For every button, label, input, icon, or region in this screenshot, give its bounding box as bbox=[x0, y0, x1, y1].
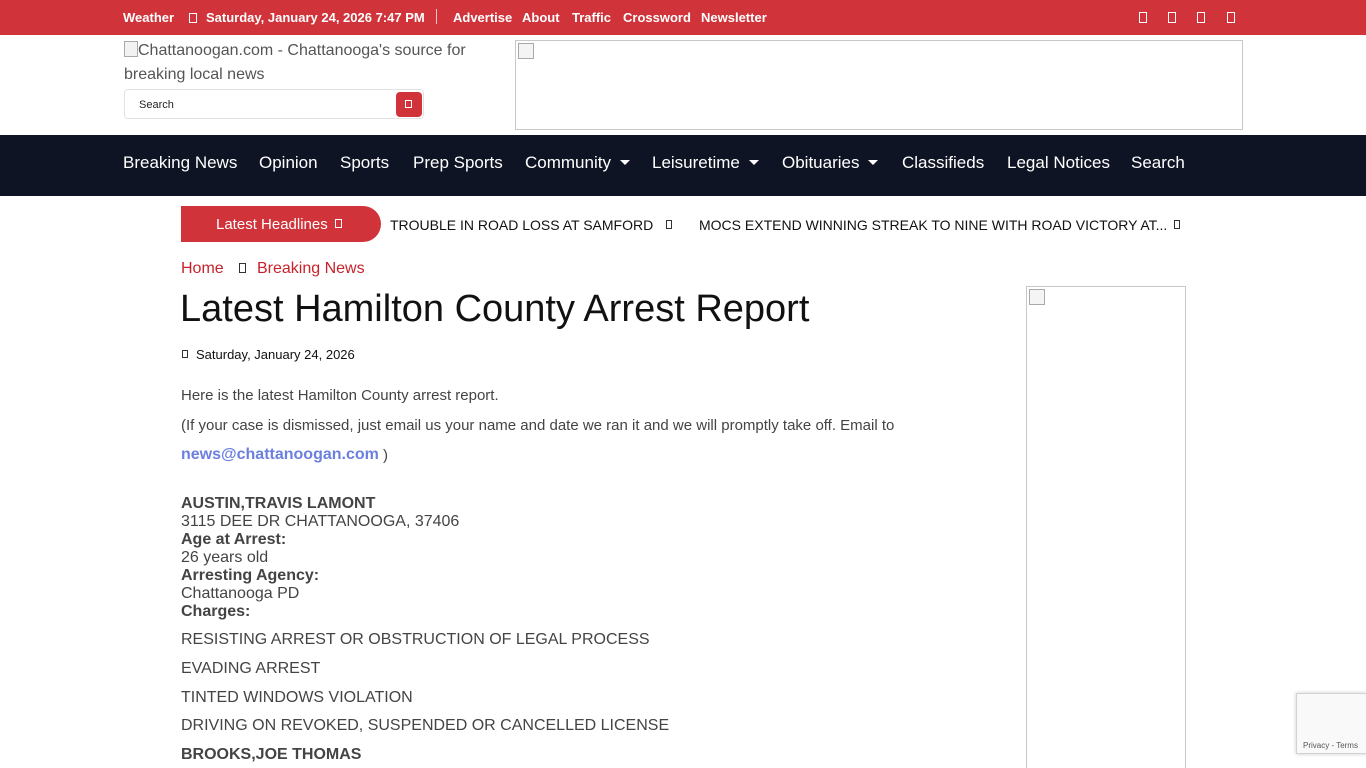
nav-obituaries-label: Obituaries bbox=[782, 153, 860, 172]
calendar-icon bbox=[182, 350, 188, 358]
instagram-icon[interactable] bbox=[1197, 12, 1205, 23]
logo-alt-text: Chattanoogan.com - Chattanooga's source … bbox=[124, 42, 466, 83]
charge-item: RESISTING ARREST OR OBSTRUCTION OF LEGAL… bbox=[181, 631, 650, 648]
charge-item: EVADING ARREST bbox=[181, 660, 321, 677]
broken-image-icon bbox=[124, 41, 138, 57]
current-datetime: Saturday, January 24, 2026 7:47 PM bbox=[206, 10, 425, 25]
main-nav: Breaking News Opinion Sports Prep Sports… bbox=[0, 135, 1366, 196]
sidebar-ad[interactable] bbox=[1026, 286, 1186, 768]
article-intro: Here is the latest Hamilton County arres… bbox=[181, 387, 499, 404]
clock-icon bbox=[189, 10, 197, 25]
header-search bbox=[124, 89, 424, 119]
nav-classifieds[interactable]: Classifieds bbox=[902, 153, 984, 173]
ticker-headline[interactable]: MOCS EXTEND WINNING STREAK TO NINE WITH … bbox=[699, 217, 1167, 233]
arrestee-address: 3115 DEE DR CHATTANOOGA, 37406 bbox=[181, 513, 460, 530]
site-logo[interactable]: Chattanoogan.com - Chattanooga's source … bbox=[124, 39, 504, 87]
traffic-link[interactable]: Traffic bbox=[572, 10, 611, 25]
newsletter-link[interactable]: Newsletter bbox=[701, 10, 767, 25]
nav-obituaries[interactable]: Obituaries bbox=[782, 153, 879, 173]
recaptcha-badge[interactable]: Privacy - Terms bbox=[1296, 693, 1366, 754]
article-title: Latest Hamilton County Arrest Report bbox=[180, 288, 810, 330]
email-link[interactable]: news@chattanoogan.com bbox=[181, 446, 379, 464]
topbar-divider bbox=[436, 9, 437, 24]
search-button[interactable] bbox=[396, 92, 422, 117]
arrestee-name: BROOKS,JOE THOMAS bbox=[181, 746, 362, 763]
ticker-headline[interactable]: TROUBLE IN ROAD LOSS AT SAMFORD bbox=[390, 217, 653, 233]
top-bar: Weather Saturday, January 24, 2026 7:47 … bbox=[0, 0, 1366, 35]
caret-down-icon bbox=[748, 160, 759, 165]
nav-leisuretime[interactable]: Leisuretime bbox=[652, 153, 759, 173]
recaptcha-privacy-terms[interactable]: Privacy - Terms bbox=[1303, 741, 1358, 750]
ticker-separator-icon bbox=[666, 220, 672, 229]
caret-down-icon bbox=[868, 160, 879, 165]
breadcrumb-section[interactable]: Breaking News bbox=[257, 260, 365, 278]
header-ad-banner[interactable] bbox=[515, 40, 1243, 130]
breadcrumb-home[interactable]: Home bbox=[181, 260, 224, 278]
charge-item: TINTED WINDOWS VIOLATION bbox=[181, 689, 413, 706]
nav-search[interactable]: Search bbox=[1131, 153, 1185, 173]
breadcrumb-separator-icon bbox=[239, 263, 246, 273]
broken-image-icon bbox=[1029, 289, 1045, 305]
rss-icon[interactable] bbox=[1227, 12, 1235, 23]
arrestee-name: AUSTIN,TRAVIS LAMONT bbox=[181, 495, 376, 512]
charges-label: Charges: bbox=[181, 603, 251, 620]
arresting-agency: Chattanooga PD bbox=[181, 585, 300, 602]
nav-leisuretime-label: Leisuretime bbox=[652, 153, 740, 172]
nav-community[interactable]: Community bbox=[525, 153, 630, 173]
nav-prep-sports[interactable]: Prep Sports bbox=[413, 153, 503, 173]
age-label: Age at Arrest: bbox=[181, 531, 287, 548]
email-close-paren: ) bbox=[383, 447, 388, 464]
nav-sports[interactable]: Sports bbox=[340, 153, 389, 173]
nav-opinion[interactable]: Opinion bbox=[259, 153, 318, 173]
about-link[interactable]: About bbox=[522, 10, 560, 25]
agency-label: Arresting Agency: bbox=[181, 567, 320, 584]
charge-item: DRIVING ON REVOKED, SUSPENDED OR CANCELL… bbox=[181, 717, 670, 734]
twitter-icon[interactable] bbox=[1168, 12, 1176, 23]
caret-down-icon bbox=[619, 160, 630, 165]
nav-community-label: Community bbox=[525, 153, 611, 172]
broken-image-icon bbox=[518, 43, 534, 59]
latest-headlines-label: Latest Headlines bbox=[181, 206, 381, 242]
advertise-link[interactable]: Advertise bbox=[453, 10, 512, 25]
ticker-separator-icon bbox=[1174, 220, 1180, 229]
dismissal-note: (If your case is dismissed, just email u… bbox=[181, 417, 895, 434]
weather-link[interactable]: Weather bbox=[123, 10, 174, 25]
search-input[interactable] bbox=[139, 97, 379, 113]
article-date: Saturday, January 24, 2026 bbox=[196, 347, 355, 362]
nav-breaking-news[interactable]: Breaking News bbox=[123, 153, 237, 173]
nav-legal-notices[interactable]: Legal Notices bbox=[1007, 153, 1110, 173]
bolt-icon bbox=[335, 219, 342, 228]
crossword-link[interactable]: Crossword bbox=[623, 10, 691, 25]
search-icon bbox=[405, 100, 412, 108]
arrestee-age: 26 years old bbox=[181, 549, 269, 566]
ticker-label-text: Latest Headlines bbox=[216, 216, 328, 233]
facebook-icon[interactable] bbox=[1139, 12, 1147, 23]
